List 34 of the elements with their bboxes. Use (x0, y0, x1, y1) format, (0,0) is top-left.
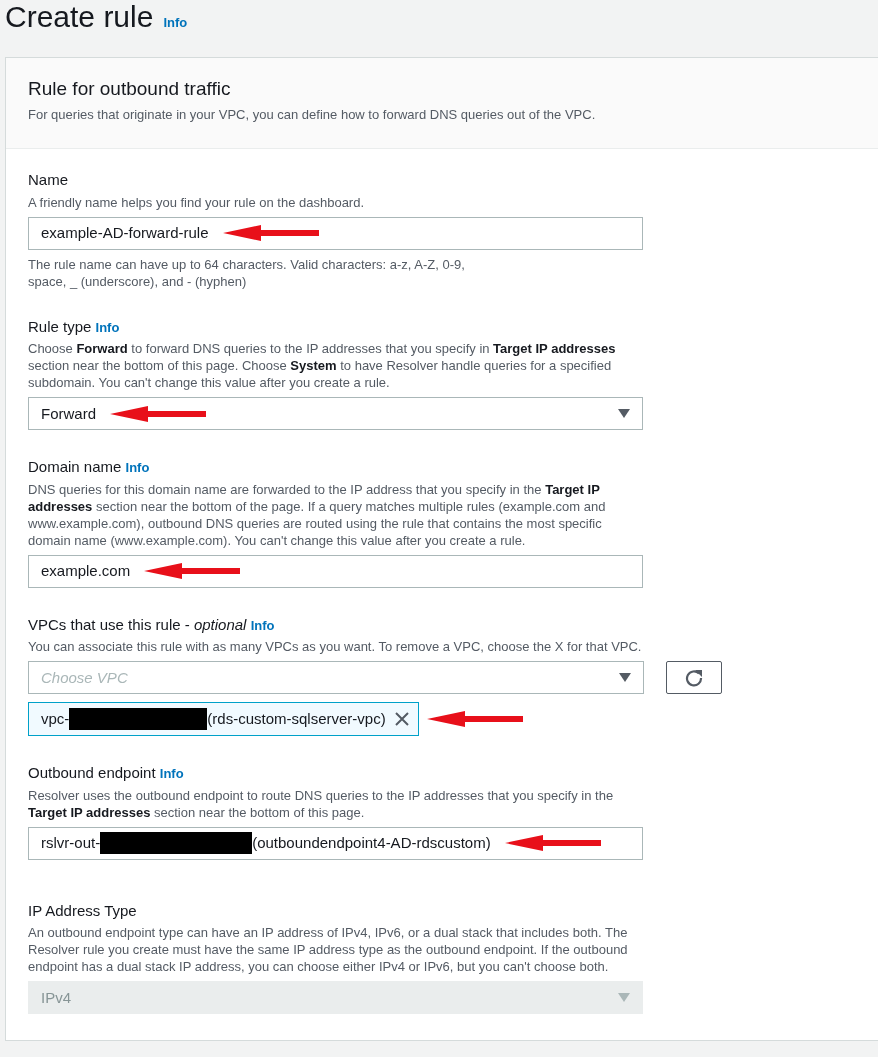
input-field[interactable]: example.com (28, 554, 643, 588)
page-title: Create rule (5, 0, 154, 35)
refresh-button[interactable] (666, 661, 722, 695)
info-link[interactable]: Info (159, 766, 184, 782)
select-field: IPv4 (28, 981, 643, 1015)
dropdown-caret-icon (618, 993, 630, 1003)
selected-vpc-token: vpc- (rds-custom-sqlserver-vpc) (28, 702, 419, 737)
field-label: Rule type (28, 317, 92, 335)
dropdown-caret-icon (619, 673, 631, 683)
panel-title: Rule for outbound traffic (28, 78, 232, 101)
field-description: Resolver uses the outbound endpoint to route DNS queries to the IP addresses that you specify in the Target IP addresses section near the bottom of this page. (28, 786, 615, 821)
field-description: A friendly name helps you find your rule on the dashboard. (28, 193, 366, 211)
field-label: VPCs that use this rule - optional (28, 615, 247, 633)
info-link[interactable]: Info (125, 460, 150, 476)
field-description: Choose Forward to forward DNS queries to the IP addresses that you specify in Target IP addresses section near the bottom of this page. Choose System to have Resolver handle queries for a specified subdomain. You can't change this value after you create a rule. (28, 340, 617, 392)
info-link[interactable]: Info (250, 617, 275, 633)
info-link[interactable]: Info (163, 13, 188, 33)
info-link[interactable]: Info (95, 319, 120, 335)
field-label: Domain name (28, 458, 122, 476)
refresh-icon (685, 668, 703, 687)
field-label: Outbound endpoint (28, 764, 156, 782)
close-icon (393, 711, 410, 728)
dropdown-caret-icon (618, 409, 630, 419)
panel-description: For queries that originate in your VPC, you can define how to forward DNS queries out of the VPC. (28, 105, 597, 124)
field-constraint-text: The rule name can have up to 64 characters. Valid characters: a-z, A-Z, 0-9, space, _ (underscore), and - (hyphen) (28, 255, 466, 290)
close-button[interactable] (393, 711, 410, 728)
input-field[interactable]: rslvr-out- (outboundendpoint4-AD-rdscustom) (28, 826, 643, 860)
input-field[interactable]: example-AD-forward-rule (28, 216, 643, 250)
field-label: Name (28, 171, 68, 189)
field-description: You can associate this rule with as many VPCs as you want. To remove a VPC, choose the X for that VPC. (28, 638, 643, 656)
field-label: IP Address Type (28, 901, 137, 919)
field-description: An outbound endpoint type can have an IP address of IPv4, IPv6, or a dual stack that includes both. The Resolver rule you create must have the same IP address type as the outbound endpoint. If the outbound endpoint has a dual stack IP address, you can choose either IPv4 or IPv6, but you can't choose both. (28, 924, 629, 976)
select-field[interactable]: Forward (28, 397, 643, 431)
field-description: DNS queries for this domain name are forwarded to the IP address that you specify in the Target IP addresses section near the bottom of the page. If a query matches multiple rules (example.com and www.example.com), outbound DNS queries are routed using the rule that contains the most specific domain name (www.example.com). You can't change this value after you create a rule. (28, 480, 607, 549)
